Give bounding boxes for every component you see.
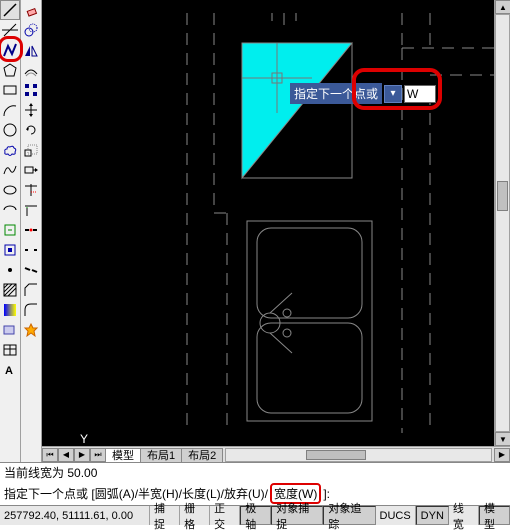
stretch-tool[interactable] (21, 160, 41, 180)
status-otrack[interactable]: 对象追踪 (323, 506, 375, 525)
status-osnap[interactable]: 对象捕捉 (271, 506, 323, 525)
point-tool[interactable] (0, 260, 20, 280)
drawing-viewport[interactable]: 指定下一个点或 ▾ X (42, 0, 494, 446)
drawing-svg (42, 0, 494, 446)
tab-next-arrow[interactable]: ▶ (74, 448, 90, 462)
command-history-line: 当前线宽为 50.00 (0, 463, 510, 482)
hatch-tool[interactable] (0, 280, 20, 300)
horizontal-scrollbar[interactable] (225, 448, 492, 462)
trim-tool[interactable] (21, 180, 41, 200)
modify-toolbar (21, 0, 42, 462)
tab-last-arrow[interactable]: ⏭ (90, 448, 106, 462)
status-grid[interactable]: 栅格 (180, 506, 210, 525)
prompt-label: 指定下一个点或 (290, 83, 382, 104)
status-ducs[interactable]: DUCS (376, 506, 416, 525)
copy-tool[interactable] (21, 20, 41, 40)
cmd-value-1: 50.00 (67, 466, 97, 480)
status-snap[interactable]: 捕捉 (150, 506, 180, 525)
extend-tool[interactable] (21, 200, 41, 220)
move-tool[interactable] (21, 100, 41, 120)
offset-tool[interactable] (21, 60, 41, 80)
tab-layout1[interactable]: 布局1 (140, 448, 182, 462)
scroll-down-arrow[interactable]: ▼ (495, 432, 510, 446)
tab-layout2[interactable]: 布局2 (181, 448, 223, 462)
cmd-prefix-2: 指定下一个点或 (4, 487, 88, 501)
chamfer-tool[interactable] (21, 280, 41, 300)
revision-cloud-tool[interactable] (0, 140, 20, 160)
table-tool[interactable] (0, 340, 20, 360)
layout-tabs-bar: ⏮ ◀ ▶ ⏭ 模型 布局1 布局2 ▶ (42, 446, 510, 462)
polyline-tool[interactable] (0, 40, 20, 60)
app-root: A (0, 0, 510, 525)
line-tool[interactable] (0, 0, 20, 20)
status-model[interactable]: 模型 (479, 506, 510, 525)
scale-tool[interactable] (21, 140, 41, 160)
status-bar: 257792.40, 51111.61, 0.00 捕捉 栅格 正交 极轴 对象… (0, 505, 510, 525)
mtext-tool[interactable]: A (0, 360, 20, 380)
tab-model[interactable]: 模型 (105, 448, 141, 462)
scroll-right-arrow[interactable]: ▶ (494, 448, 510, 462)
region-tool[interactable] (0, 320, 20, 340)
mirror-tool[interactable] (21, 40, 41, 60)
break-tool[interactable] (21, 240, 41, 260)
status-polar[interactable]: 极轴 (240, 506, 271, 525)
ellipse-tool[interactable] (0, 180, 20, 200)
rotate-tool[interactable] (21, 120, 41, 140)
cmd-prefix-1: 当前线宽为 (4, 466, 64, 480)
construction-line-tool[interactable] (0, 20, 20, 40)
ellipse-arc-tool[interactable] (0, 200, 20, 220)
arc-tool[interactable] (0, 100, 20, 120)
vertical-scrollbar[interactable]: ▲ ▼ (494, 0, 510, 446)
status-coords: 257792.40, 51111.61, 0.00 (0, 506, 150, 525)
break-at-tool[interactable] (21, 220, 41, 240)
scroll-up-arrow[interactable]: ▲ (495, 0, 510, 14)
main-row: A (0, 0, 510, 462)
svg-text:A: A (5, 365, 13, 377)
array-tool[interactable] (21, 80, 41, 100)
tab-first-arrow[interactable]: ⏮ (42, 448, 58, 462)
status-ortho[interactable]: 正交 (210, 506, 240, 525)
gradient-tool[interactable] (0, 300, 20, 320)
insert-block-tool[interactable] (0, 220, 20, 240)
rectangle-tool[interactable] (0, 80, 20, 100)
erase-tool[interactable] (21, 0, 41, 20)
ucs-y-label: Y (80, 432, 88, 446)
tab-prev-arrow[interactable]: ◀ (58, 448, 74, 462)
circle-tool[interactable] (0, 120, 20, 140)
status-lwt[interactable]: 线宽 (449, 506, 479, 525)
dynamic-input-prompt: 指定下一个点或 ▾ (290, 83, 436, 104)
join-tool[interactable] (21, 260, 41, 280)
prompt-input[interactable] (404, 85, 436, 103)
make-block-tool[interactable] (0, 240, 20, 260)
fillet-tool[interactable] (21, 300, 41, 320)
draw-toolbar: A (0, 0, 21, 462)
explode-tool[interactable] (21, 320, 41, 340)
spline-tool[interactable] (0, 160, 20, 180)
status-dyn[interactable]: DYN (416, 506, 449, 525)
canvas-wrap: 指定下一个点或 ▾ X (42, 0, 510, 462)
prompt-dropdown-icon[interactable]: ▾ (384, 85, 402, 103)
polygon-tool[interactable] (0, 60, 20, 80)
cmd-options: [圆弧(A)/半宽(H)/长度(L)/放弃(U)/ (91, 487, 268, 501)
